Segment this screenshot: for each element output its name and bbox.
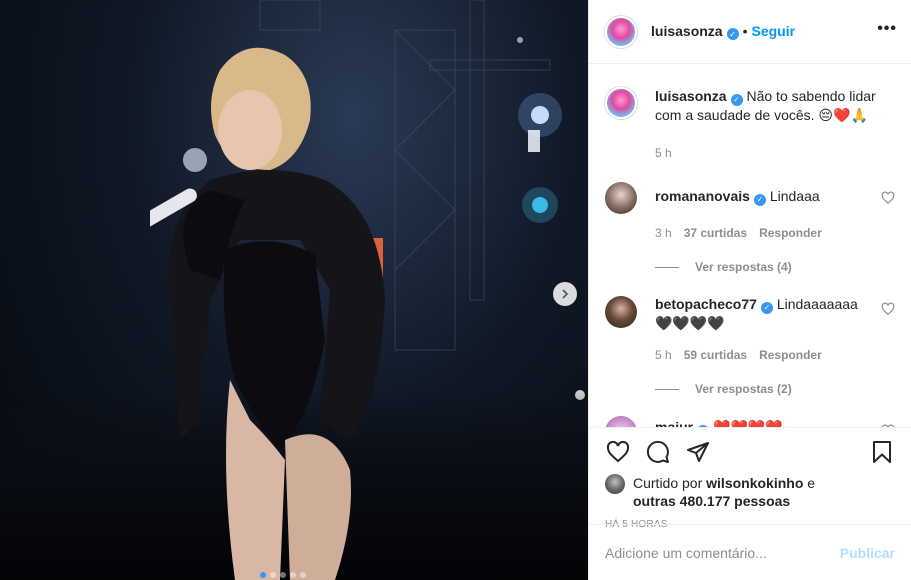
publish-button[interactable]: Publicar [840,545,895,561]
chevron-right-icon [562,289,569,299]
carousel-dot [270,572,276,578]
replies-divider [655,388,679,390]
likes-others-link[interactable]: outras 480.177 pessoas [633,493,790,509]
separator-dot: • [742,22,748,39]
author-avatar[interactable] [605,15,637,48]
comment-time[interactable]: 3 h [655,224,672,242]
carousel-dot-active [260,572,266,578]
performer-illustration [150,47,385,580]
carousel-next-button[interactable] [553,282,577,306]
carousel-dot [290,572,296,578]
carousel-dot [280,572,286,578]
comment-item: majur✓ ❤️❤️❤️❤️ [605,416,895,427]
comment-likes[interactable]: 37 curtidas [684,224,747,242]
comment-input[interactable] [605,544,840,561]
view-replies-button[interactable]: Ver respostas (4) [655,260,895,274]
comment-likes[interactable]: 59 curtidas [684,346,747,364]
comment-bubble-icon[interactable] [645,439,671,465]
commenter-avatar[interactable] [605,296,637,328]
share-send-icon[interactable] [685,439,711,465]
comment-username[interactable]: romananovais [655,188,750,204]
comment-item: romananovais ✓ Lindaaa 3 h 37 curtidas Re… [605,182,895,242]
commenter-avatar[interactable] [605,182,637,214]
like-comment-heart-icon[interactable] [881,191,895,205]
comment-item: betopacheco77 ✓ Lindaaaaaaa 🖤🖤🖤🖤 5 h 59 c… [605,296,895,364]
comment-username[interactable]: betopacheco77 [655,296,757,312]
comment-body: majur✓ ❤️❤️❤️❤️ [655,416,895,427]
comment-meta: 3 h 37 curtidas Responder [655,224,871,242]
author-avatar[interactable] [605,87,637,119]
verified-badge-icon: ✓ [730,94,743,106]
post-header: luisasonza ✓ • Seguir ••• [589,0,911,64]
verified-badge-icon: ✓ [753,194,766,206]
view-replies-label[interactable]: Ver respostas (2) [695,382,792,396]
replies-divider [655,266,679,268]
liker-username[interactable]: wilsonkokinho [706,475,803,491]
caption-body: luisasonza ✓ Não to sabendo lidar com a s… [655,87,895,124]
caption-time[interactable]: 5 h [655,146,895,160]
like-comment-heart-icon[interactable] [881,302,895,316]
action-icons-row [605,428,895,476]
likes-prefix: Curtido por [633,475,707,491]
commenter-avatar[interactable] [605,416,637,427]
caption-username[interactable]: luisasonza [655,88,727,104]
post-side-panel: luisasonza ✓ • Seguir ••• luisasonza ✓ Não t… [588,0,911,580]
post-actions: Curtido por wilsonkokinho e outras 480.1… [589,427,911,530]
comment-text: ❤️❤️❤️❤️ [713,419,783,427]
comment-text: Lindaaa [769,188,820,204]
comment-body: romananovais ✓ Lindaaa 3 h 37 curtidas Re… [655,182,895,242]
likes-middle: e [803,475,816,491]
view-replies-label[interactable]: Ver respostas (4) [695,260,792,274]
like-heart-icon[interactable] [605,439,631,465]
carousel-dot [300,572,306,578]
add-comment-bar: Publicar [589,524,911,580]
reply-button[interactable]: Responder [759,346,822,364]
carousel-indicator [260,572,306,578]
likes-text: Curtido por wilsonkokinho e outras 480.1… [633,474,815,510]
comment-meta: 5 h 59 curtidas Responder [655,346,871,364]
author-info: luisasonza ✓ • Seguir [651,23,795,41]
post-photo[interactable] [0,0,588,580]
comment-text: Lindaaaaaaa [776,296,858,312]
liker-avatar[interactable] [605,474,625,494]
save-bookmark-icon[interactable] [869,439,895,465]
reply-button[interactable]: Responder [759,224,822,242]
author-username[interactable]: luisasonza [651,23,723,39]
follow-button[interactable]: Seguir [752,23,796,39]
comment-username[interactable]: majur [655,419,693,427]
view-replies-button[interactable]: Ver respostas (2) [655,382,895,396]
comments-list[interactable]: luisasonza ✓ Não to sabendo lidar com a s… [589,65,911,427]
comment-time[interactable]: 5 h [655,346,672,364]
comment-body: betopacheco77 ✓ Lindaaaaaaa 🖤🖤🖤🖤 5 h 59 c… [655,296,895,364]
more-options-icon[interactable]: ••• [871,20,903,38]
likes-summary: Curtido por wilsonkokinho e outras 480.1… [605,474,895,510]
post-caption: luisasonza ✓ Não to sabendo lidar com a s… [605,65,895,124]
verified-badge-icon: ✓ [760,302,773,314]
verified-badge-icon: ✓ [726,28,739,41]
